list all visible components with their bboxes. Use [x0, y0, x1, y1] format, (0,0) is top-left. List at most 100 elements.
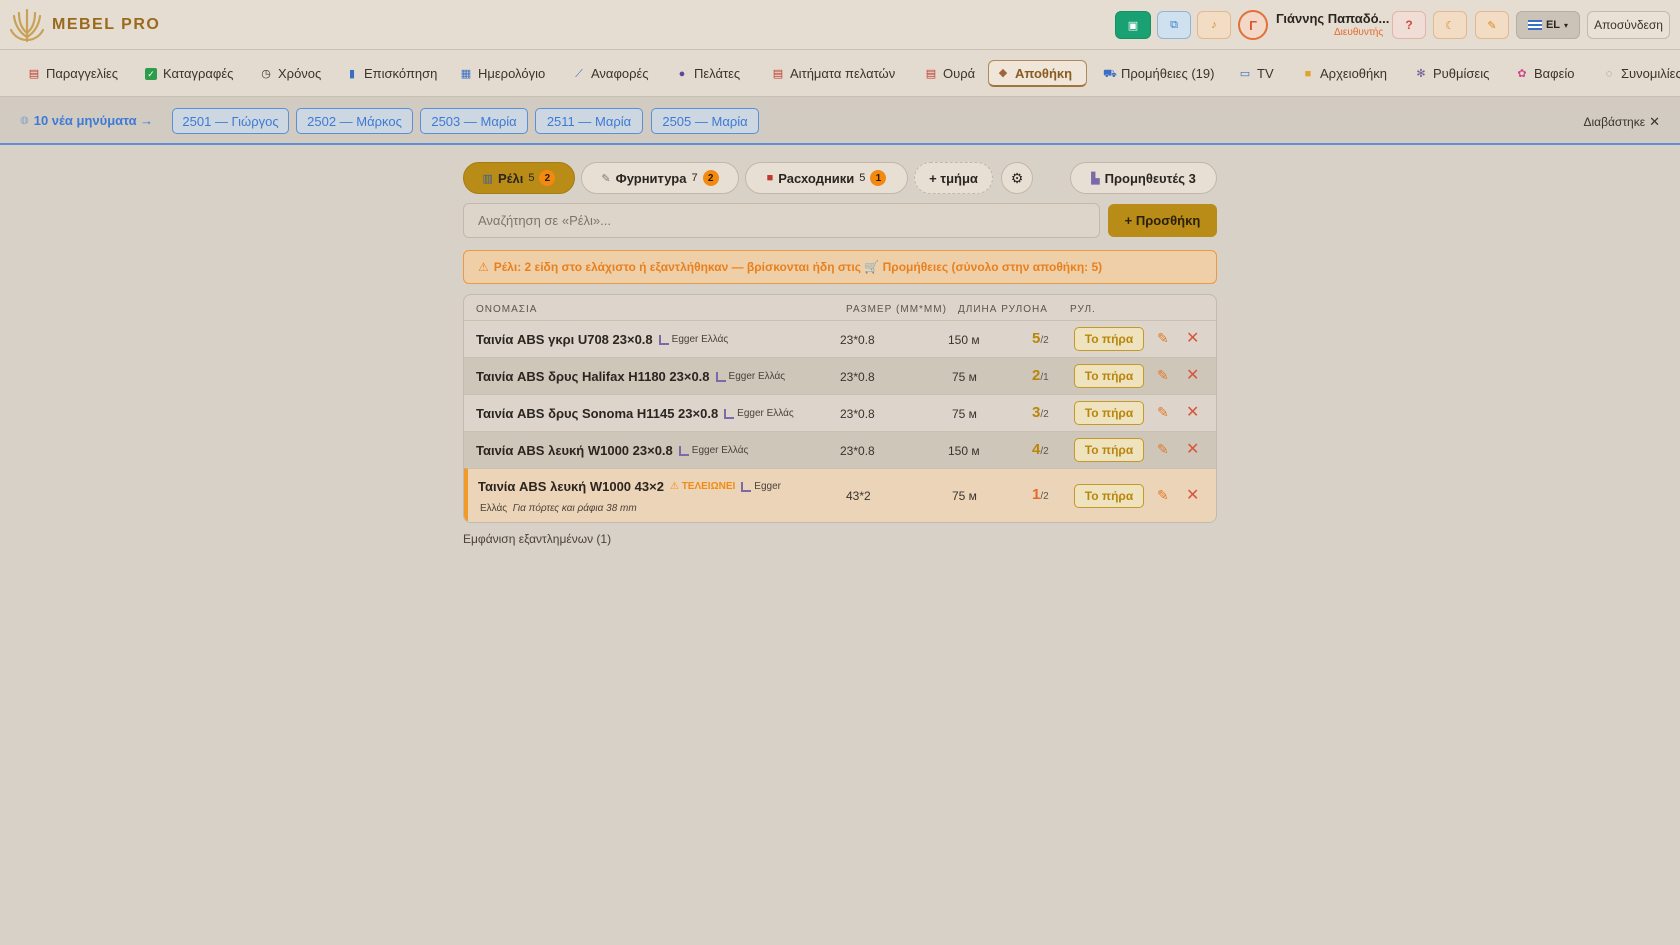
- nav-label: Αρχειοθήκη: [1320, 66, 1387, 81]
- item-name-cell: Ταινία ABS δρυς Sonoma H1145 23×0.8 Egge…: [476, 406, 794, 421]
- took-button[interactable]: Το πήρα: [1074, 401, 1144, 425]
- gear-icon: ⚙: [1010, 169, 1024, 186]
- supplier-name: Egger Ελλάς: [691, 445, 749, 456]
- pencil-icon[interactable]: ✎: [1157, 487, 1169, 504]
- show-exhausted-link[interactable]: Εμφάνιση εξαντλημένων (1): [463, 532, 611, 546]
- nav-chats[interactable]: ◌ Συνομιλίες: [1595, 60, 1680, 87]
- warning-icon: ⚠: [669, 481, 679, 492]
- delete-icon[interactable]: ✕: [1186, 402, 1199, 422]
- took-button[interactable]: Το πήρα: [1074, 327, 1144, 351]
- nav-settings[interactable]: ✻ Ρυθμίσεις: [1407, 60, 1497, 87]
- gear-icon: ✻: [1416, 67, 1426, 80]
- nav-label: Παραγγελίες: [46, 66, 119, 81]
- nav-queue[interactable]: ▤ Ουρά: [917, 60, 983, 87]
- nav-warehouse[interactable]: ◆ Αποθήκη: [988, 60, 1087, 87]
- brand-logo[interactable]: MEBEL PRO: [10, 7, 160, 43]
- nav-calendar[interactable]: ▦ Ημερολόγιο: [452, 60, 553, 87]
- took-button[interactable]: Το πήρα: [1074, 364, 1144, 388]
- nav-label: Επισκόπηση: [364, 66, 438, 81]
- nav-supplies[interactable]: ⛟ Προμήθειες (19): [1095, 60, 1222, 87]
- new-messages-link[interactable]: ◍ 10 νέα μηνύματα →: [20, 113, 153, 128]
- add-item-button[interactable]: + Προσθήκη: [1108, 204, 1217, 237]
- item-size: 23*0.8: [840, 370, 875, 384]
- settings-button[interactable]: ⚙: [1001, 162, 1033, 194]
- tools-button[interactable]: ✎: [1475, 11, 1509, 39]
- delete-icon[interactable]: ✕: [1186, 328, 1199, 348]
- item-name: Ταινία ABS γκρι U708 23×0.8: [476, 332, 653, 347]
- item-size: 23*0.8: [840, 444, 875, 458]
- took-button[interactable]: Το πήρα: [1074, 484, 1144, 508]
- nav-label: Ρυθμίσεις: [1433, 66, 1490, 81]
- nav-records[interactable]: ✓ Καταγραφές: [137, 60, 241, 87]
- wrench-icon: ✎: [1487, 19, 1497, 32]
- new-window-button[interactable]: ▣: [1115, 11, 1151, 39]
- nav-orders[interactable]: ▤ Παραγγελίες: [20, 60, 126, 87]
- tab-reli[interactable]: ▥ Ρέλι 5 2: [463, 162, 575, 194]
- item-qty: 2/1: [1032, 367, 1049, 384]
- pencil-icon[interactable]: ✎: [1157, 441, 1169, 458]
- notifications-button[interactable]: ♪: [1197, 11, 1231, 39]
- delete-icon[interactable]: ✕: [1186, 365, 1199, 385]
- low-stock-alert: ⚠ Ρέλι: 2 είδη στο ελάχιστο ή εξαντλήθηκ…: [463, 250, 1217, 284]
- users-icon: ●: [678, 67, 686, 80]
- language-select[interactable]: EL ▾: [1516, 11, 1580, 39]
- nav-label: Προμήθειες (19): [1121, 66, 1215, 81]
- table-row: Ταινία ABS γκρι U708 23×0.8 Egger Ελλάς …: [464, 320, 1216, 357]
- pencil-icon[interactable]: ✎: [1157, 330, 1169, 347]
- item-name-cell: Ταινία ABS λευκή W1000 23×0.8 Egger Ελλά…: [476, 443, 748, 458]
- supplier-name: Egger Ελλάς: [737, 408, 794, 419]
- item-name: Ταινία ABS λευκή W1000 23×0.8: [476, 443, 673, 458]
- nav-tv[interactable]: ▭ TV: [1231, 60, 1282, 87]
- tab-consumables[interactable]: ■ Расходники 5 1: [745, 162, 908, 194]
- nav-client-requests[interactable]: ▤ Αιτήματα πελατών: [764, 60, 903, 87]
- pencil-icon[interactable]: ✎: [1157, 367, 1169, 384]
- delete-icon[interactable]: ✕: [1186, 439, 1199, 459]
- top-header: MEBEL PRO ▣ ⧉ ♪ Γ Γιάννης Παπαδό... Διευ…: [0, 0, 1680, 50]
- tab-badge: 1: [870, 170, 887, 186]
- supplier-name: Egger: [754, 481, 781, 492]
- message-chip[interactable]: 2505 — Μαρία: [651, 108, 759, 134]
- user-name[interactable]: Γιάννης Παπαδό...: [1276, 11, 1389, 26]
- item-qty: 3/2: [1032, 404, 1049, 421]
- message-chip[interactable]: 2503 — Μαρία: [420, 108, 528, 134]
- search-input[interactable]: Αναζήτηση σε «Ρέλι»...: [463, 203, 1100, 238]
- theme-button[interactable]: ☾: [1433, 11, 1467, 39]
- avatar[interactable]: Γ: [1238, 10, 1268, 40]
- nav-overview[interactable]: ▮ Επισκόπηση: [338, 60, 445, 87]
- nav-archive[interactable]: ■ Αρχειοθήκη: [1294, 60, 1395, 87]
- tab-hardware[interactable]: ✎ Фурнитура 7 2: [581, 162, 739, 194]
- alert-text: Ρέλι: 2 είδη στο ελάχιστο ή εξαντλήθηκαν…: [493, 260, 1103, 274]
- supplier-tag: Egger Ελλάς: [678, 445, 749, 456]
- logout-button[interactable]: Αποσύνδεση: [1587, 11, 1670, 39]
- help-button[interactable]: ?: [1392, 11, 1426, 39]
- item-length: 150 м: [948, 333, 980, 347]
- nav-clients[interactable]: ● Πελάτες: [668, 60, 748, 87]
- item-length: 150 м: [948, 444, 980, 458]
- delete-icon[interactable]: ✕: [1186, 485, 1199, 505]
- factory-icon: [658, 334, 669, 345]
- col-header-length: ДЛИНА РУЛОНА: [958, 304, 1048, 315]
- film-icon: ▥: [482, 172, 493, 185]
- message-chip[interactable]: 2511 — Μαρία: [535, 108, 643, 134]
- item-size: 43*2: [846, 489, 871, 503]
- nav-reports[interactable]: ⟋ Αναφορές: [565, 60, 657, 87]
- bar-chart-icon: ▮: [348, 67, 356, 80]
- clipboard-icon: ▤: [28, 67, 40, 80]
- screen-button[interactable]: ⧉: [1157, 11, 1191, 39]
- add-section-button[interactable]: + τμήμα: [914, 162, 993, 194]
- pencil-icon[interactable]: ✎: [1157, 404, 1169, 421]
- supplier-tag: Egger Ελλάς: [715, 371, 785, 382]
- message-chip[interactable]: 2502 — Μάρκος: [296, 108, 413, 134]
- col-header-qty: РУЛ.: [1070, 304, 1096, 315]
- item-name-cell: Ταινία ABS δρυς Halifax H1180 23×0.8 Egg…: [476, 369, 785, 384]
- nav-label: Βαφείο: [1534, 66, 1575, 81]
- item-name-cell: Ταινία ABS λευκή W1000 43×2 ⚠ ΤΕΛΕΙΩΝΕΙ …: [478, 479, 781, 494]
- took-button[interactable]: Το πήρα: [1074, 438, 1144, 462]
- mark-read-button[interactable]: Διαβάστηκε ✕: [1583, 114, 1660, 130]
- nav-label: Συνομιλίες: [1621, 66, 1680, 81]
- suppliers-button[interactable]: ▙ Προμηθευτές 3: [1070, 162, 1217, 194]
- nav-paint-shop[interactable]: ✿ Βαφείο: [1508, 60, 1583, 87]
- nav-time[interactable]: ◷ Χρόνος: [252, 60, 329, 87]
- message-chip[interactable]: 2501 — Γιώργος: [172, 108, 289, 134]
- nav-label: Ημερολόγιο: [478, 66, 546, 81]
